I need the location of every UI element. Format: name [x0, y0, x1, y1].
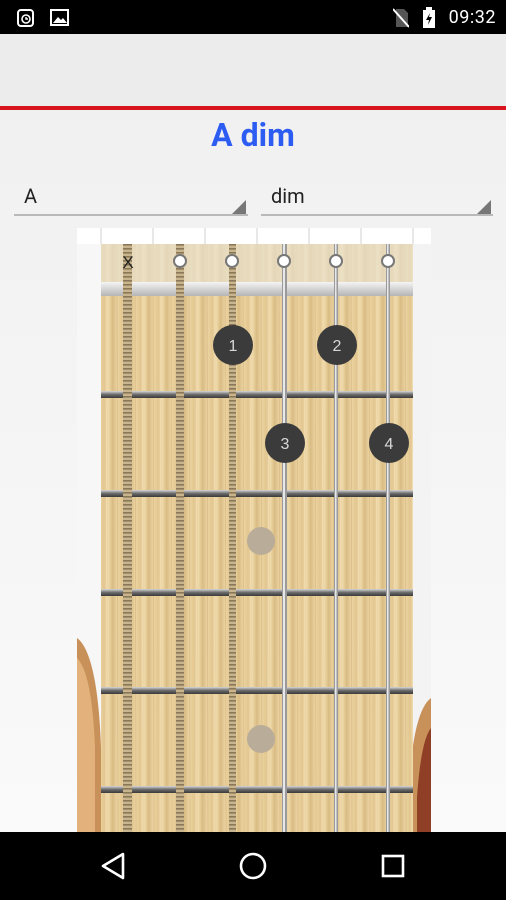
dropdown-triangle-icon: [232, 200, 246, 214]
alarm-icon: [17, 9, 34, 27]
fretboard-graphic: X 1 2 3 4: [77, 228, 431, 832]
status-bar: 09:32: [0, 0, 506, 34]
home-icon[interactable]: [228, 846, 278, 886]
svg-text:1: 1: [229, 338, 238, 355]
finger-marker-3: 3: [265, 423, 305, 463]
svg-text:3: 3: [281, 436, 290, 453]
recents-icon[interactable]: [368, 846, 418, 886]
root-note-spinner[interactable]: A: [14, 176, 248, 216]
fret-inlay: [247, 725, 275, 753]
chord-title: A dim: [211, 116, 295, 154]
accent-divider: [0, 106, 506, 110]
status-clock: 09:32: [448, 7, 496, 28]
back-icon[interactable]: [88, 846, 138, 886]
finger-marker-2: 2: [317, 325, 357, 365]
image-icon: [50, 9, 69, 26]
string-6: [123, 244, 132, 832]
no-sim-icon: [393, 8, 409, 28]
dropdown-triangle-icon: [477, 200, 491, 214]
finger-marker-4: 4: [369, 423, 409, 463]
chord-type-value: dim: [271, 184, 305, 208]
navigation-bar: [0, 832, 506, 900]
svg-text:4: 4: [385, 436, 394, 453]
chord-type-spinner[interactable]: dim: [261, 176, 493, 216]
action-bar: [0, 34, 506, 107]
battery-charging-icon: [423, 7, 435, 28]
fretboard[interactable]: X 1 2 3 4: [77, 228, 431, 832]
finger-marker-1: 1: [213, 325, 253, 365]
string-mute-marker: X: [122, 253, 133, 272]
string-5: [176, 244, 184, 832]
root-note-value: A: [24, 184, 38, 208]
fret-inlay: [247, 527, 275, 555]
svg-text:2: 2: [333, 338, 342, 355]
